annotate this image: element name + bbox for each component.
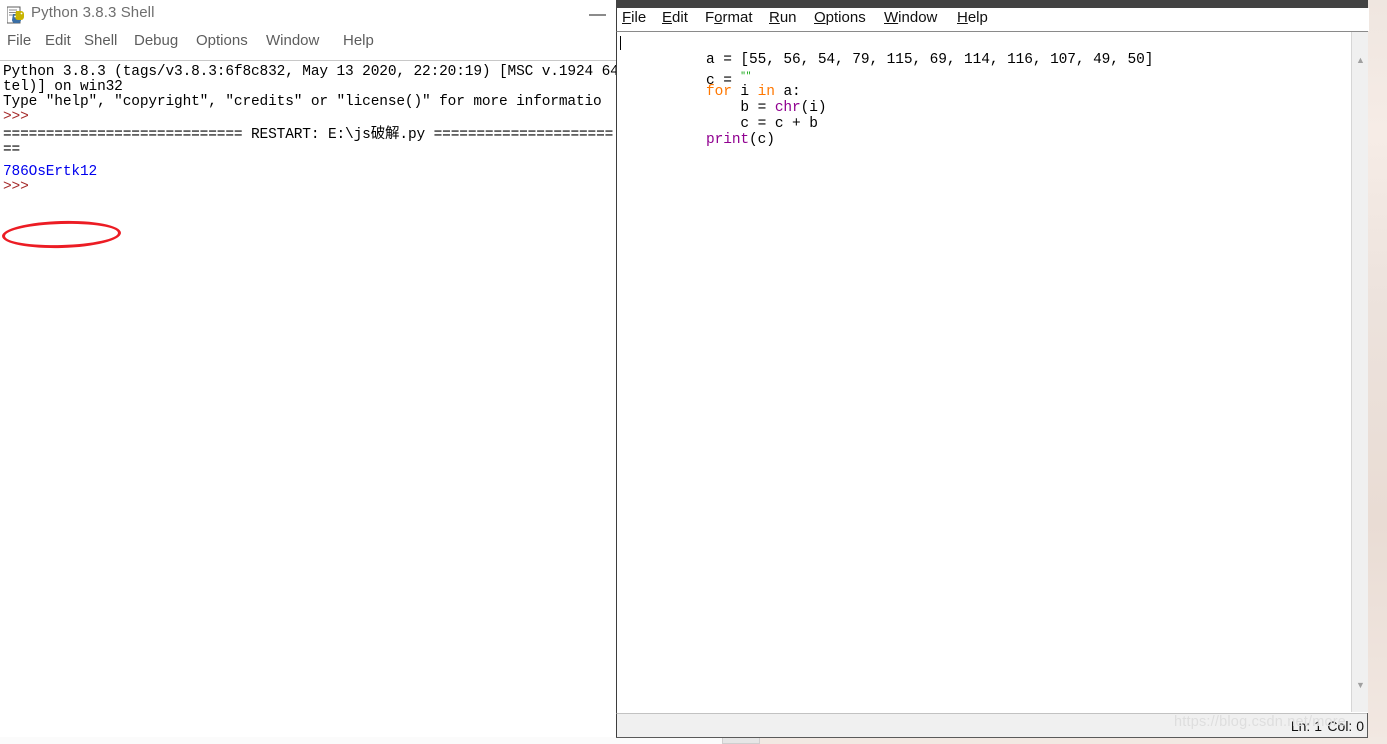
status-column-number: Col: 0 [1327, 718, 1364, 734]
status-line-number: Ln: 1 [1290, 718, 1322, 734]
shell-line-banner-2: tel)] on win32 [3, 79, 123, 95]
shell-restart-line: ============================ RESTART: E:… [3, 127, 614, 143]
shell-menu-help[interactable]: Help [343, 32, 374, 49]
shell-menu-shell[interactable]: Shell [84, 32, 117, 49]
desktop-background [1368, 0, 1387, 744]
shell-menu-options[interactable]: Options [196, 32, 248, 49]
shell-menubar: File Edit Shell Debug Options Window Hel… [0, 32, 616, 60]
editor-menu-options[interactable]: Options [814, 9, 866, 26]
chevron-down-icon[interactable]: ▼ [1352, 677, 1369, 694]
screen: Python 3.8.3 Shell File Edit Shell Debug… [0, 0, 1387, 744]
shell-menu-edit[interactable]: Edit [45, 32, 71, 49]
code-seg: (c) [749, 132, 775, 148]
shell-window-title: Python 3.8.3 Shell [31, 4, 155, 21]
editor-menu-run[interactable]: Run [769, 9, 797, 26]
editor-menubar: File Edit Format Run Options Window Help [616, 8, 1369, 31]
minimize-button[interactable] [589, 14, 606, 16]
editor-vertical-scrollbar[interactable]: ▲ ▼ [1351, 32, 1368, 712]
shell-menu-file[interactable]: File [7, 32, 31, 49]
shell-menu-window[interactable]: Window [266, 32, 319, 49]
red-ellipse-annotation [1, 219, 122, 250]
editor-code-area[interactable]: a = [55, 56, 54, 79, 115, 69, 114, 116, … [620, 33, 1340, 709]
taskbar-item[interactable] [722, 737, 760, 744]
editor-menu-edit[interactable]: Edit [662, 9, 688, 26]
idle-editor-window: File Edit Format Run Options Window Help… [616, 0, 1369, 738]
chevron-up-icon[interactable]: ▲ [1352, 52, 1369, 69]
code-line-6: print(c) [620, 116, 775, 164]
shell-menu-debug[interactable]: Debug [134, 32, 178, 49]
shell-prompt-1: >>> [3, 109, 38, 125]
editor-text-body[interactable]: a = [55, 56, 54, 79, 115, 69, 114, 116, … [616, 31, 1368, 713]
shell-line-banner-1: Python 3.8.3 (tags/v3.8.3:6f8c832, May 1… [3, 64, 616, 80]
python-idle-icon [7, 6, 24, 24]
shell-titlebar[interactable]: Python 3.8.3 Shell [0, 0, 616, 30]
editor-titlebar[interactable] [616, 0, 1368, 8]
python-shell-window: Python 3.8.3 Shell File Edit Shell Debug… [0, 0, 616, 737]
editor-menu-format[interactable]: Format [705, 9, 753, 26]
editor-menu-help[interactable]: Help [957, 9, 988, 26]
shell-line-banner-3: Type "help", "copyright", "credits" or "… [3, 94, 602, 110]
editor-statusbar: Ln: 1 Col: 0 [616, 713, 1367, 737]
shell-prompt-2: >>> [3, 179, 38, 195]
editor-menu-file[interactable]: File [622, 9, 646, 26]
code-seg-builtin: print [706, 132, 750, 148]
shell-menubar-divider [0, 60, 616, 61]
shell-output-area[interactable]: Python 3.8.3 (tags/v3.8.3:6f8c832, May 1… [0, 62, 616, 737]
editor-menu-window[interactable]: Window [884, 9, 937, 26]
code-seg: a = [55, 56, 54, 79, 115, 69, 114, 116, … [706, 52, 1154, 68]
shell-restart-wrap: == [3, 142, 21, 158]
shell-program-output: 786OsErtk12 [3, 164, 98, 180]
